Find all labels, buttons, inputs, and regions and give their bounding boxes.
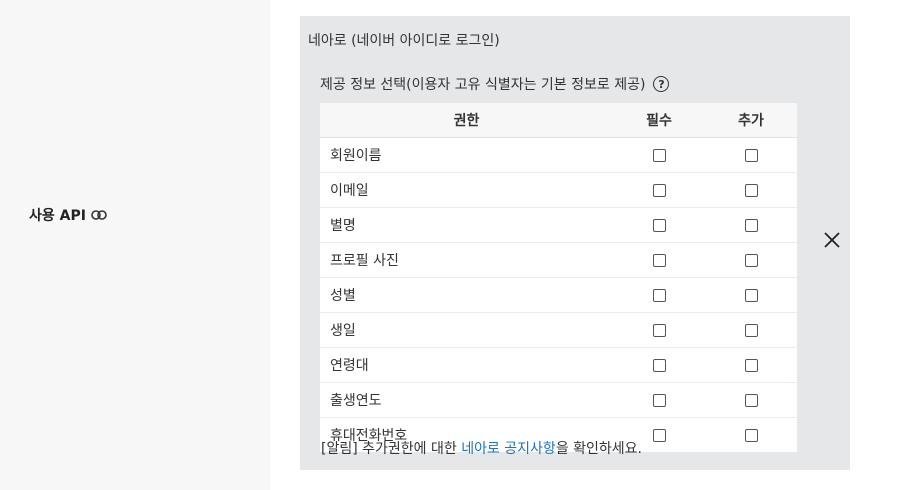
notice-prefix: [알림] 추가권한에 대한	[321, 441, 462, 457]
provider-title: 네아로 (네이버 아이디로 로그인)	[308, 33, 500, 49]
required-cell	[613, 277, 705, 313]
notice-text: [알림] 추가권한에 대한 네아로 공지사항을 확인하세요.	[321, 438, 642, 458]
required-checkbox[interactable]	[652, 218, 666, 232]
additional-checkbox[interactable]	[744, 148, 758, 162]
table-header-row: 권한 필수 추가	[320, 103, 797, 138]
additional-cell	[705, 347, 797, 383]
required-cell	[613, 137, 705, 173]
additional-checkbox[interactable]	[744, 393, 758, 407]
column-header-permission: 권한	[320, 103, 613, 138]
permission-table: 권한 필수 추가 회원이름 이메일 별명 프로필 사진 성별 생일 연령대 출생연도 휴대전화번…	[320, 103, 797, 452]
api-settings-panel: 네아로 (네이버 아이디로 로그인) 제공 정보 선택(이용자 고유 식별자는 …	[300, 16, 850, 470]
permission-label: 이메일	[320, 172, 613, 208]
required-cell	[613, 172, 705, 208]
additional-cell	[705, 137, 797, 173]
table-row: 별명	[320, 207, 797, 243]
additional-cell	[705, 418, 797, 453]
permission-label: 출생연도	[320, 382, 613, 418]
additional-cell	[705, 312, 797, 348]
required-cell	[613, 207, 705, 243]
additional-checkbox[interactable]	[744, 288, 758, 302]
required-cell	[613, 242, 705, 278]
required-checkbox[interactable]	[652, 358, 666, 372]
column-header-required: 필수	[613, 103, 705, 138]
notice-suffix: 을 확인하세요.	[555, 441, 643, 457]
additional-cell	[705, 207, 797, 243]
table-row: 생일	[320, 312, 797, 348]
permission-label: 회원이름	[320, 137, 613, 173]
required-checkbox[interactable]	[652, 183, 666, 197]
additional-cell	[705, 242, 797, 278]
section-title-text: 제공 정보 선택(이용자 고유 식별자는 기본 정보로 제공)	[320, 77, 646, 93]
required-cell	[613, 312, 705, 348]
required-cell	[613, 382, 705, 418]
additional-checkbox[interactable]	[744, 358, 758, 372]
api-row-label: 사용 API	[29, 205, 107, 225]
required-checkbox[interactable]	[652, 323, 666, 337]
table-row: 회원이름	[320, 137, 797, 173]
table-row: 이메일	[320, 172, 797, 208]
section-title: 제공 정보 선택(이용자 고유 식별자는 기본 정보로 제공) ?	[320, 74, 670, 94]
permission-label: 성별	[320, 277, 613, 313]
api-label-text: 사용 API	[29, 208, 86, 224]
permission-label: 프로필 사진	[320, 242, 613, 278]
column-header-additional: 추가	[705, 103, 797, 138]
table-row: 연령대	[320, 347, 797, 383]
table-row: 프로필 사진	[320, 242, 797, 278]
required-checkbox[interactable]	[652, 393, 666, 407]
notice-link[interactable]: 네아로 공지사항	[461, 441, 556, 457]
close-icon[interactable]	[823, 231, 841, 249]
required-cell	[613, 347, 705, 383]
required-checkbox[interactable]	[652, 288, 666, 302]
required-checkbox[interactable]	[652, 428, 666, 442]
additional-cell	[705, 382, 797, 418]
additional-checkbox[interactable]	[744, 323, 758, 337]
link-icon[interactable]	[91, 210, 107, 220]
additional-checkbox[interactable]	[744, 218, 758, 232]
table-row: 출생연도	[320, 382, 797, 418]
required-checkbox[interactable]	[652, 148, 666, 162]
permission-label: 연령대	[320, 347, 613, 383]
permission-label: 생일	[320, 312, 613, 348]
additional-checkbox[interactable]	[744, 183, 758, 197]
additional-cell	[705, 277, 797, 313]
additional-checkbox[interactable]	[744, 253, 758, 267]
required-checkbox[interactable]	[652, 253, 666, 267]
left-label-column: 사용 API	[0, 0, 270, 490]
help-icon[interactable]: ?	[653, 76, 670, 92]
table-row: 성별	[320, 277, 797, 313]
additional-cell	[705, 172, 797, 208]
additional-checkbox[interactable]	[744, 428, 758, 442]
permission-label: 별명	[320, 207, 613, 243]
